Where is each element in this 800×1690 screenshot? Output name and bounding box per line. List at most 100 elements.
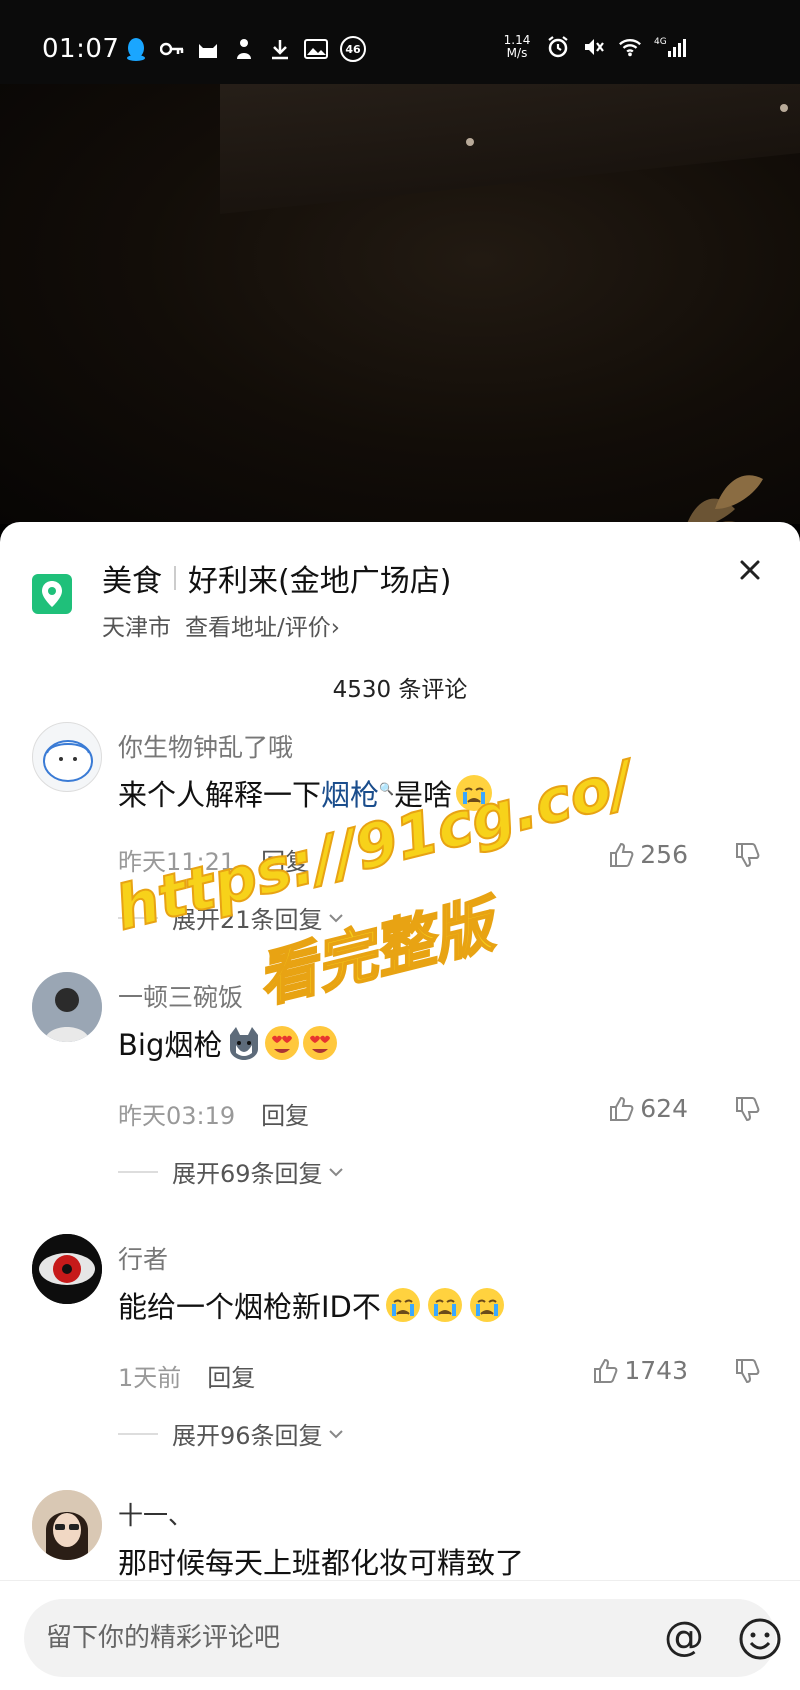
cat-icon <box>196 37 220 61</box>
qq-icon <box>124 37 148 61</box>
thumbs-up-icon <box>594 1358 618 1383</box>
like-count: 1743 <box>624 1356 688 1385</box>
crying-emoji-icon <box>469 1287 505 1323</box>
ceiling-shape <box>220 84 800 215</box>
dislike-button[interactable] <box>734 1358 760 1388</box>
emoji-button[interactable] <box>738 1617 782 1661</box>
signal-icon: 4G <box>654 35 688 59</box>
husky-emoji-icon <box>226 1025 262 1061</box>
key-icon <box>160 37 184 61</box>
like-button[interactable]: 1743 <box>592 1356 688 1385</box>
comment-time: 1天前 <box>118 1364 182 1392</box>
expand-replies-button[interactable]: 展开21条回复 <box>118 900 345 935</box>
location-subtitle[interactable]: 天津市 查看地址/评价› <box>102 608 340 642</box>
comment-username[interactable]: 你生物钟乱了哦 <box>118 728 293 764</box>
comment-username[interactable]: 行者 <box>118 1240 168 1276</box>
reply-button[interactable]: 回复 <box>261 848 309 876</box>
avatar[interactable] <box>32 1234 102 1304</box>
status-bar: 01:07 46 1.14 M/s 4G <box>0 0 800 84</box>
comment-input-bar: @ <box>0 1580 800 1690</box>
figure-icon <box>232 37 256 61</box>
expand-replies-button[interactable]: 展开69条回复 <box>118 1154 345 1189</box>
thumbs-down-icon <box>736 1097 760 1122</box>
emoji-icon <box>739 1618 781 1660</box>
mute-icon <box>582 35 606 59</box>
wifi-icon <box>618 35 642 59</box>
net-speed: 1.14 M/s <box>500 34 534 60</box>
crying-emoji-icon <box>427 1287 463 1323</box>
close-icon <box>740 560 760 580</box>
location-link[interactable]: 查看地址/评价 <box>185 615 331 641</box>
location-category: 美食 <box>102 564 162 599</box>
thumbs-down-icon <box>736 843 760 868</box>
comment-text-end: 是啥 <box>393 778 452 812</box>
comment-input-container: @ <box>24 1599 781 1677</box>
comment-meta: 1天前 回复 <box>118 1358 255 1393</box>
avatar[interactable] <box>32 1490 102 1560</box>
reply-button[interactable]: 回复 <box>207 1364 255 1392</box>
crying-emoji-icon <box>456 775 492 811</box>
search-mark-icon: 🔍 <box>379 782 394 796</box>
chevron-down-icon <box>328 913 343 922</box>
comment-username[interactable]: 一顿三碗饭 <box>118 978 243 1014</box>
comment-text: 能给一个烟枪新ID不 <box>118 1284 505 1326</box>
ceiling-light <box>780 104 788 112</box>
expand-divider <box>118 1432 158 1435</box>
like-count: 256 <box>640 840 688 869</box>
avatar[interactable] <box>32 722 102 792</box>
comment-text-content: Big烟枪 <box>118 1028 223 1062</box>
expand-replies-label: 展开69条回复 <box>172 1160 323 1188</box>
heart-eyes-emoji-icon <box>264 1025 300 1061</box>
comment-text: Big烟枪 <box>118 1022 338 1064</box>
title-divider <box>174 566 176 590</box>
comment-count: 4530 条评论 <box>332 677 468 703</box>
at-icon: @ <box>664 1614 704 1660</box>
reply-button[interactable]: 回复 <box>261 1102 309 1130</box>
chevron-down-icon <box>328 1429 343 1438</box>
thumbs-up-icon <box>610 842 634 867</box>
like-count: 624 <box>640 1094 688 1123</box>
location-city: 天津市 <box>102 615 171 641</box>
video-background[interactable] <box>0 84 800 524</box>
comment-username[interactable]: 十一、 <box>118 1496 193 1532</box>
net-speed-unit: M/s <box>506 46 528 60</box>
comment-meta: 昨天03:19 回复 <box>118 1096 309 1131</box>
crying-emoji-icon <box>385 1287 421 1323</box>
mention-button[interactable]: @ <box>662 1617 706 1661</box>
search-highlight-link[interactable]: 烟枪 <box>321 778 379 812</box>
system-icons: 1.14 M/s 4G <box>500 34 688 60</box>
plant-shape <box>686 475 763 524</box>
location-link-chevron: › <box>330 615 340 641</box>
location-name: 好利来(金地广场店) <box>188 564 452 599</box>
comment-text: 那时候每天上班都化妆可精致了 <box>118 1546 525 1580</box>
comment-text-content: 能给一个烟枪新ID不 <box>118 1290 381 1324</box>
ceiling-light <box>466 138 474 146</box>
alarm-icon <box>546 35 570 59</box>
download-icon <box>268 37 292 61</box>
expand-replies-button[interactable]: 展开96条回复 <box>118 1416 345 1451</box>
image-icon <box>304 37 328 61</box>
close-button[interactable] <box>734 554 766 586</box>
like-button[interactable]: 624 <box>608 1094 688 1123</box>
comment-input[interactable] <box>46 1599 606 1677</box>
comment-text: 来个人解释一下烟枪🔍是啥 <box>118 772 492 814</box>
thumbs-down-icon <box>736 1359 760 1384</box>
comment-time: 昨天03:19 <box>118 1102 236 1130</box>
badge-icon: 46 <box>340 36 366 62</box>
thumbs-up-icon <box>610 1096 634 1121</box>
comment-sheet: 美食 好利来(金地广场店) 天津市 查看地址/评价› 4530 条评论 你生物钟乱… <box>0 522 800 1690</box>
dislike-button[interactable] <box>734 842 760 872</box>
location-title[interactable]: 美食 好利来(金地广场店) <box>102 556 451 600</box>
expand-divider <box>118 1170 158 1173</box>
heart-eyes-emoji-icon <box>302 1025 338 1061</box>
comment-meta: 昨天11:21 回复 <box>118 842 309 877</box>
notification-icons: 46 <box>124 36 366 62</box>
status-time: 01:07 <box>42 34 120 64</box>
chevron-down-icon <box>328 1167 343 1176</box>
like-button[interactable]: 256 <box>608 840 688 869</box>
dislike-button[interactable] <box>734 1096 760 1126</box>
svg-text:4G: 4G <box>654 37 667 47</box>
expand-divider <box>118 916 158 919</box>
location-pin-icon <box>32 574 72 614</box>
avatar[interactable] <box>32 972 102 1042</box>
